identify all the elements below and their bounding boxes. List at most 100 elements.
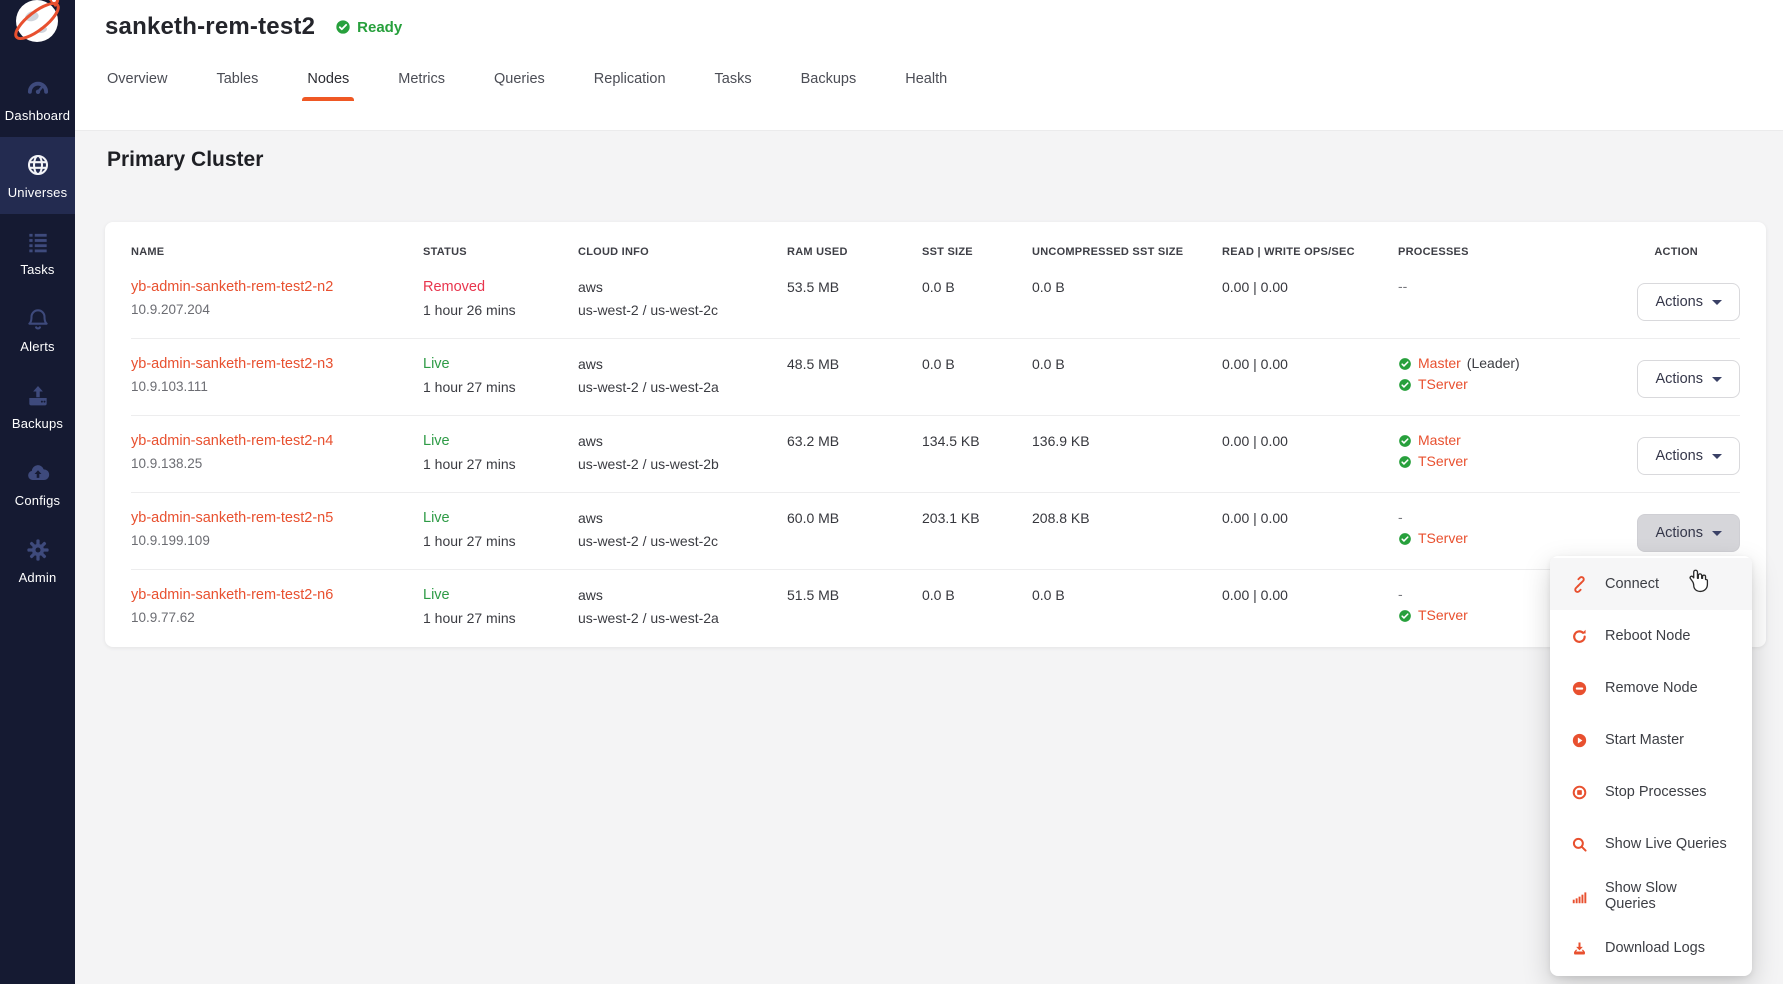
menu-item-connect[interactable]: Connect — [1550, 558, 1752, 610]
cell-action: Actions — [1590, 279, 1740, 338]
sidebar-item-alerts[interactable]: Alerts — [0, 291, 75, 368]
node-uptime: 1 hour 27 mins — [423, 533, 578, 549]
alerts-icon — [25, 306, 51, 332]
menu-item-label: Show Live Queries — [1605, 836, 1727, 852]
table-row: yb-admin-sanketh-rem-test2-n410.9.138.25… — [131, 416, 1740, 493]
cell-cloud-info: awsus-west-2 / us-west-2a — [578, 356, 787, 415]
menu-item-download-logs[interactable]: Download Logs — [1550, 922, 1752, 974]
process-line: -- — [1398, 279, 1590, 294]
actions-button[interactable]: Actions — [1637, 514, 1740, 552]
tab-tasks[interactable]: Tasks — [715, 57, 752, 101]
cell-action: Actions — [1590, 433, 1740, 492]
sidebar-item-universes[interactable]: Universes — [0, 137, 75, 214]
status-badge-label: Ready — [357, 19, 402, 36]
actions-button[interactable]: Actions — [1637, 437, 1740, 475]
tab-queries[interactable]: Queries — [494, 57, 545, 101]
cell-ram-used: 51.5 MB — [787, 587, 922, 647]
tab-nodes[interactable]: Nodes — [307, 57, 349, 101]
sidebar-item-configs[interactable]: Configs — [0, 445, 75, 522]
sidebar-item-admin[interactable]: Admin — [0, 522, 75, 599]
menu-item-reboot-node[interactable]: Reboot Node — [1550, 610, 1752, 662]
actions-button-label: Actions — [1655, 525, 1703, 541]
process-suffix: (Leader) — [1467, 356, 1520, 371]
cell-uncompressed-sst-size: 208.8 KB — [1032, 510, 1222, 569]
cell-name: yb-admin-sanketh-rem-test2-n410.9.138.25 — [131, 433, 423, 492]
process-placeholder: - — [1398, 587, 1403, 602]
caret-down-icon — [1712, 531, 1722, 536]
actions-button-label: Actions — [1655, 448, 1703, 464]
actions-button[interactable]: Actions — [1637, 360, 1740, 398]
node-cloud: aws — [578, 279, 787, 295]
node-name-link[interactable]: yb-admin-sanketh-rem-test2-n4 — [131, 433, 423, 449]
column-header-name: NAME — [131, 246, 423, 258]
cell-uncompressed-sst-size: 0.0 B — [1032, 356, 1222, 415]
reboot-icon — [1571, 628, 1588, 645]
check-circle-icon — [1398, 455, 1412, 469]
cell-read-write-ops: 0.00 | 0.00 — [1222, 279, 1398, 338]
node-name-link[interactable]: yb-admin-sanketh-rem-test2-n6 — [131, 587, 423, 603]
process-link[interactable]: Master — [1418, 433, 1461, 448]
cell-action: Actions — [1590, 356, 1740, 415]
actions-button[interactable]: Actions — [1637, 283, 1740, 321]
cell-cloud-info: awsus-west-2 / us-west-2a — [578, 587, 787, 647]
sidebar-item-tasks[interactable]: Tasks — [0, 214, 75, 291]
cell-uncompressed-sst-size: 0.0 B — [1032, 587, 1222, 647]
tab-tables[interactable]: Tables — [216, 57, 258, 101]
tab-replication[interactable]: Replication — [594, 57, 666, 101]
process-line: TServer — [1398, 377, 1590, 392]
menu-item-start-master[interactable]: Start Master — [1550, 714, 1752, 766]
node-uptime: 1 hour 27 mins — [423, 610, 578, 626]
universe-header: sanketh-rem-test2 Ready Overview Tables No… — [75, 0, 1783, 131]
tab-metrics[interactable]: Metrics — [398, 57, 445, 101]
process-link[interactable]: TServer — [1418, 531, 1468, 546]
tab-overview[interactable]: Overview — [107, 57, 167, 101]
cell-name: yb-admin-sanketh-rem-test2-n510.9.199.10… — [131, 510, 423, 569]
tab-health[interactable]: Health — [905, 57, 947, 101]
column-header-ram-used: RAM USED — [787, 246, 922, 258]
node-zone: us-west-2 / us-west-2c — [578, 533, 787, 549]
menu-item-show-live-queries[interactable]: Show Live Queries — [1550, 818, 1752, 870]
cell-name: yb-admin-sanketh-rem-test2-n310.9.103.11… — [131, 356, 423, 415]
menu-item-remove-node[interactable]: Remove Node — [1550, 662, 1752, 714]
column-header-uncompressed-sst-size: UNCOMPRESSED SST SIZE — [1032, 246, 1222, 258]
cell-processes: -- — [1398, 279, 1590, 338]
menu-item-stop-processes[interactable]: Stop Processes — [1550, 766, 1752, 818]
process-link[interactable]: TServer — [1418, 454, 1468, 469]
node-status: Live — [423, 356, 578, 372]
node-name-link[interactable]: yb-admin-sanketh-rem-test2-n5 — [131, 510, 423, 526]
tab-backups[interactable]: Backups — [801, 57, 857, 101]
node-uptime: 1 hour 26 mins — [423, 302, 578, 318]
sidebar-item-dashboard[interactable]: Dashboard — [0, 60, 75, 137]
cell-ram-used: 63.2 MB — [787, 433, 922, 492]
process-link[interactable]: TServer — [1418, 377, 1468, 392]
cell-sst-size: 0.0 B — [922, 587, 1032, 647]
process-link[interactable]: Master — [1418, 356, 1461, 371]
caret-down-icon — [1712, 300, 1722, 305]
node-name-link[interactable]: yb-admin-sanketh-rem-test2-n2 — [131, 279, 423, 295]
menu-item-show-slow-queries[interactable]: Show Slow Queries — [1550, 870, 1752, 922]
cell-sst-size: 203.1 KB — [922, 510, 1032, 569]
cell-status: Live1 hour 27 mins — [423, 587, 578, 647]
node-zone: us-west-2 / us-west-2a — [578, 379, 787, 395]
page-title: sanketh-rem-test2 — [105, 13, 315, 41]
cell-status: Live1 hour 27 mins — [423, 510, 578, 569]
node-name-link[interactable]: yb-admin-sanketh-rem-test2-n3 — [131, 356, 423, 372]
process-link[interactable]: TServer — [1418, 608, 1468, 623]
start-master-icon — [1571, 732, 1588, 749]
status-badge: Ready — [335, 19, 402, 36]
node-zone: us-west-2 / us-west-2c — [578, 302, 787, 318]
configs-icon — [25, 460, 51, 486]
nodes-table-card: NAMESTATUSCLOUD INFORAM USEDSST SIZEUNCO… — [105, 222, 1766, 647]
menu-item-label: Start Master — [1605, 732, 1684, 748]
process-line: TServer — [1398, 531, 1590, 546]
cell-uncompressed-sst-size: 136.9 KB — [1032, 433, 1222, 492]
cell-uncompressed-sst-size: 0.0 B — [1032, 279, 1222, 338]
yugabyte-logo-icon[interactable] — [8, 0, 66, 49]
check-circle-icon — [1398, 609, 1412, 623]
sidebar-item-backups[interactable]: Backups — [0, 368, 75, 445]
check-circle-icon — [335, 19, 351, 35]
check-circle-icon — [1398, 532, 1412, 546]
node-ip: 10.9.207.204 — [131, 302, 423, 317]
sidebar-item-label: Universes — [8, 185, 68, 200]
stop-processes-icon — [1571, 784, 1588, 801]
